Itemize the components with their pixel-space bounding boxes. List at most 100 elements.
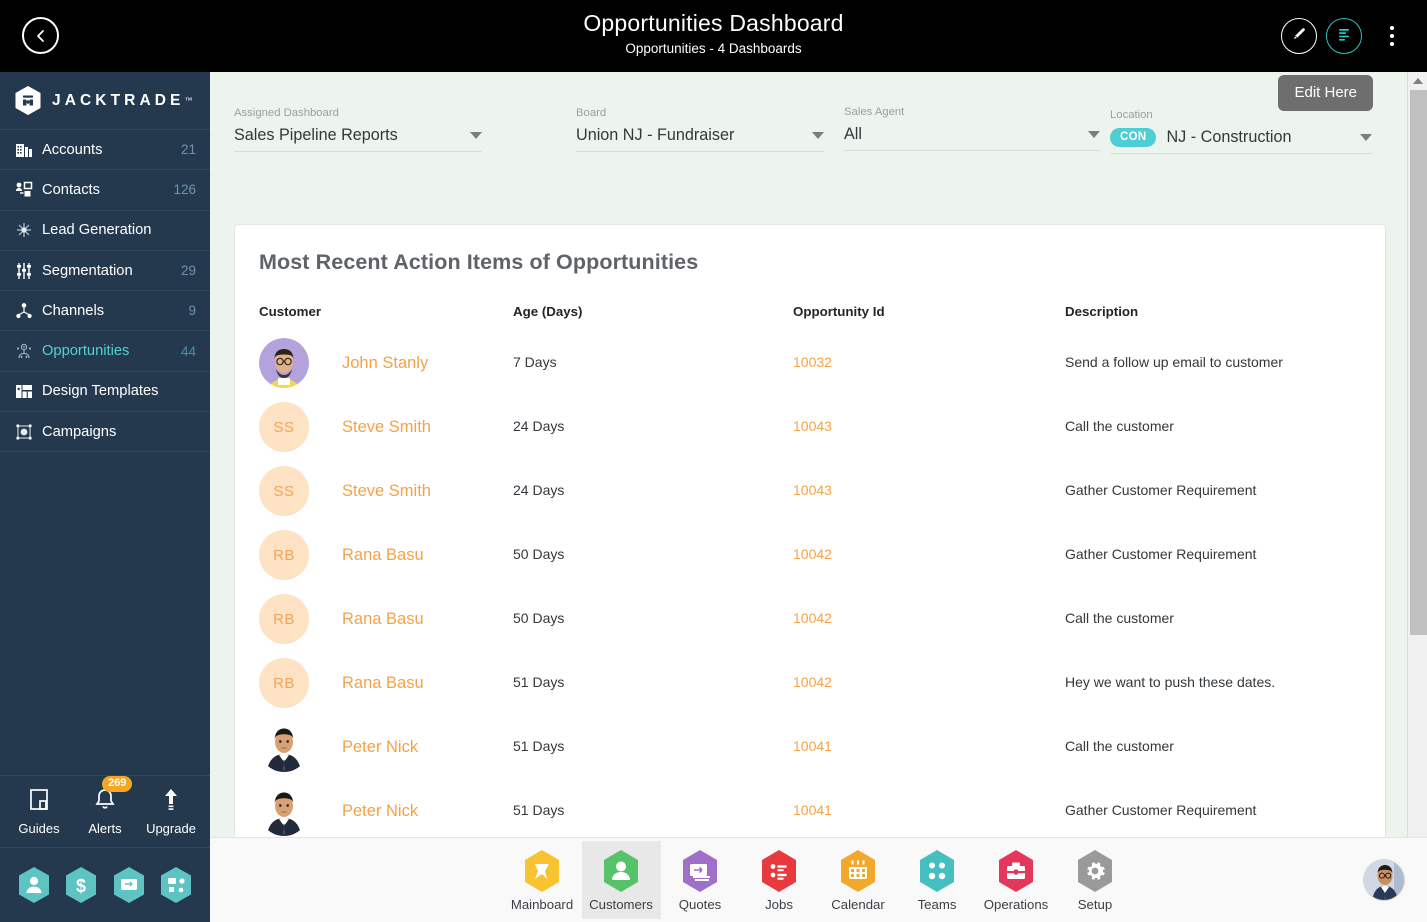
customer-cell: RB Rana Basu <box>259 658 513 708</box>
initials-avatar[interactable]: RB <box>259 658 309 708</box>
chevron-down-icon[interactable] <box>1360 134 1372 141</box>
dollar-hex-icon[interactable]: $ <box>64 866 98 904</box>
opportunity-id-link[interactable]: 10042 <box>793 674 832 690</box>
edit-here-button[interactable]: Edit Here <box>1278 75 1373 111</box>
workflow-hex-icon[interactable] <box>159 866 193 904</box>
table-row[interactable]: SS Steve Smith 24 Days 10043 Gather Cust… <box>235 459 1385 523</box>
bottom-nav-item-operations[interactable]: Operations <box>977 841 1056 919</box>
scrollbar-thumb[interactable] <box>1410 90 1427 635</box>
bottom-nav-item-customers[interactable]: Customers <box>581 841 661 919</box>
bottom-nav-item-setup[interactable]: Setup <box>1056 841 1135 919</box>
table-row[interactable]: RB Rana Basu 50 Days 10042 Call the cust… <box>235 587 1385 651</box>
filter-sales-agent[interactable]: Sales Agent All <box>844 105 1100 151</box>
alerts-button[interactable]: 269 Alerts <box>74 776 136 836</box>
page-scrollbar[interactable] <box>1407 72 1427 922</box>
bottom-nav-item-mainboard[interactable]: Mainboard <box>503 841 582 919</box>
sidebar-item-lead-generation[interactable]: Lead Generation <box>0 211 210 251</box>
opportunity-id-link[interactable]: 10042 <box>793 546 832 562</box>
man-suit-photo-avatar[interactable] <box>259 786 309 836</box>
opportunity-id-link[interactable]: 10043 <box>793 482 832 498</box>
chevron-down-icon[interactable] <box>1088 131 1100 138</box>
more-options-button[interactable] <box>1375 16 1409 56</box>
customer-name[interactable]: Peter Nick <box>342 738 418 757</box>
sidebar-item-accounts[interactable]: Accounts 21 <box>0 130 210 171</box>
initials-avatar[interactable]: SS <box>259 402 309 452</box>
age-value: 50 Days <box>513 610 565 626</box>
filter-board[interactable]: Board Union NJ - Fundraiser <box>576 106 824 152</box>
filter-assigned-dashboard[interactable]: Assigned Dashboard Sales Pipeline Report… <box>234 106 482 152</box>
sidebar-item-label: Channels <box>42 302 105 319</box>
man-suit-photo-avatar[interactable] <box>259 722 309 772</box>
chevron-down-icon[interactable] <box>812 132 824 139</box>
opportunity-id-link[interactable]: 10041 <box>793 802 832 818</box>
topbar-actions <box>1272 0 1409 72</box>
list-lines-icon <box>1334 24 1354 49</box>
customer-name[interactable]: Rana Basu <box>342 546 424 565</box>
customer-name[interactable]: Rana Basu <box>342 610 424 629</box>
page-title: Opportunities Dashboard <box>583 10 844 36</box>
sidebar-item-campaigns[interactable]: Campaigns <box>0 412 210 453</box>
mainboard-icon <box>522 849 562 893</box>
customer-name[interactable]: John Stanly <box>342 354 428 373</box>
sidebar-item-channels[interactable]: Channels 9 <box>0 291 210 332</box>
column-header-customer[interactable]: Customer <box>235 304 513 331</box>
bottom-nav-item-jobs[interactable]: Jobs <box>740 841 819 919</box>
opportunity-id-link[interactable]: 10043 <box>793 418 832 434</box>
customer-name[interactable]: Peter Nick <box>342 802 418 821</box>
table-row[interactable]: RB Rana Basu 51 Days 10042 Hey we want t… <box>235 651 1385 715</box>
top-bar: Opportunities Dashboard Opportunities - … <box>0 0 1427 72</box>
table-row[interactable]: SS Steve Smith 24 Days 10043 Call the cu… <box>235 395 1385 459</box>
table-row[interactable]: John Stanly 7 Days 10032 Send a follow u… <box>235 331 1385 395</box>
sidebar-item-contacts[interactable]: Contacts 126 <box>0 170 210 211</box>
initials-avatar[interactable]: SS <box>259 466 309 516</box>
triangle-up-icon <box>1413 77 1423 84</box>
customer-cell: SS Steve Smith <box>259 402 513 452</box>
customer-name[interactable]: Steve Smith <box>342 418 431 437</box>
customer-cell: SS Steve Smith <box>259 466 513 516</box>
opportunity-id-link[interactable]: 10041 <box>793 738 832 754</box>
bottom-nav-item-quotes[interactable]: Quotes <box>661 841 740 919</box>
opportunity-id-link[interactable]: 10032 <box>793 354 832 370</box>
person-hex-icon[interactable] <box>17 866 51 904</box>
jobs-icon <box>759 849 799 893</box>
opportunity-id-link[interactable]: 10042 <box>793 610 832 626</box>
table-row[interactable]: Peter Nick 51 Days 10041 Call the custom… <box>235 715 1385 779</box>
sidebar-item-design-templates[interactable]: Design Templates <box>0 372 210 413</box>
edit-button[interactable] <box>1281 18 1317 54</box>
chevron-down-icon[interactable] <box>470 132 482 139</box>
alerts-badge: 269 <box>102 776 133 792</box>
bottom-nav-item-teams[interactable]: Teams <box>898 841 977 919</box>
back-button[interactable] <box>22 17 59 54</box>
column-header-age[interactable]: Age (Days) <box>513 304 793 331</box>
description-value: Hey we want to push these dates. <box>1065 674 1276 690</box>
payment-hex-icon[interactable] <box>112 866 146 904</box>
table-row[interactable]: RB Rana Basu 50 Days 10042 Gather Custom… <box>235 523 1385 587</box>
filter-label: Assigned Dashboard <box>234 107 339 119</box>
initials-avatar[interactable]: RB <box>259 530 309 580</box>
guides-label: Guides <box>18 821 60 836</box>
brand-logo[interactable]: JACKTRADE ™ <box>0 72 210 130</box>
quotes-icon <box>680 849 720 893</box>
sidebar-item-opportunities[interactable]: Opportunities 44 <box>0 331 210 372</box>
filter-location[interactable]: Location CON NJ - Construction <box>1110 108 1372 154</box>
upgrade-button[interactable]: Upgrade <box>140 787 202 836</box>
table-row[interactable]: Peter Nick 51 Days 10041 Gather Customer… <box>235 779 1385 837</box>
customer-name[interactable]: Rana Basu <box>342 674 424 693</box>
man-glasses-photo-avatar[interactable] <box>259 338 309 388</box>
sidebar-item-count: 44 <box>180 343 196 359</box>
guides-button[interactable]: Guides <box>8 787 70 836</box>
customer-name[interactable]: Steve Smith <box>342 482 431 501</box>
sidebar-item-segmentation[interactable]: Segmentation 29 <box>0 251 210 292</box>
column-header-description[interactable]: Description <box>1065 304 1385 331</box>
title-group: Opportunities Dashboard Opportunities - … <box>0 8 1427 59</box>
bottom-nav-item-calendar[interactable]: Calendar <box>819 841 898 919</box>
calendar-icon <box>838 849 878 893</box>
main-content: Edit Here Assigned Dashboard Sales Pipel… <box>210 72 1407 837</box>
kebab-dot-1 <box>1390 26 1394 30</box>
scroll-up-button[interactable] <box>1408 72 1427 89</box>
sidebar-item-label: Opportunities <box>42 343 130 360</box>
list-view-button[interactable] <box>1326 18 1362 54</box>
initials-avatar[interactable]: RB <box>259 594 309 644</box>
user-avatar[interactable] <box>1363 859 1405 901</box>
column-header-opportunity-id[interactable]: Opportunity Id <box>793 304 1065 331</box>
